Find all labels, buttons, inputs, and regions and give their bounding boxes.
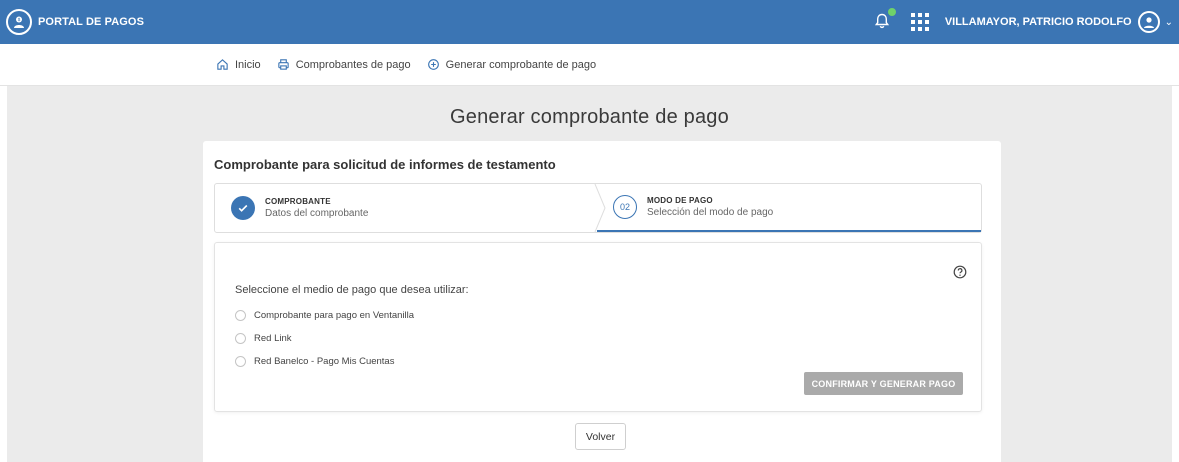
- breadcrumb-label: Inicio: [235, 58, 261, 71]
- apps-grid-icon[interactable]: [910, 13, 929, 31]
- payment-options: Comprobante para pago en Ventanilla Red …: [235, 304, 414, 373]
- radio-button[interactable]: [235, 356, 246, 367]
- option-label: Red Banelco - Pago Mis Cuentas: [254, 356, 395, 367]
- payment-option-ventanilla[interactable]: Comprobante para pago en Ventanilla: [235, 304, 414, 327]
- brand[interactable]: $ PORTAL DE PAGOS: [6, 9, 144, 35]
- help-icon[interactable]: [953, 265, 967, 279]
- option-label: Red Link: [254, 333, 292, 344]
- home-icon: [217, 59, 228, 70]
- form-card: Comprobante para solicitud de informes d…: [203, 141, 1001, 462]
- step-title: MODO DE PAGO: [647, 196, 713, 205]
- payment-option-red-link[interactable]: Red Link: [235, 327, 414, 350]
- user-name[interactable]: VILLAMAYOR, PATRICIO RODOLFO: [945, 16, 1132, 28]
- radio-button[interactable]: [235, 310, 246, 321]
- back-button[interactable]: Volver: [575, 423, 626, 450]
- payment-question: Seleccione el medio de pago que desea ut…: [235, 284, 469, 296]
- stepper: COMPROBANTE Datos del comprobante 02 MOD…: [214, 183, 982, 233]
- breadcrumb-generar[interactable]: Generar comprobante de pago: [427, 58, 596, 71]
- main-content: Generar comprobante de pago Comprobante …: [7, 86, 1172, 462]
- step-subtitle: Datos del comprobante: [265, 208, 369, 219]
- step-title: COMPROBANTE: [265, 197, 331, 206]
- option-label: Comprobante para pago en Ventanilla: [254, 310, 415, 321]
- step-comprobante[interactable]: COMPROBANTE Datos del comprobante: [215, 184, 597, 232]
- radio-button[interactable]: [235, 333, 246, 344]
- user-avatar-icon[interactable]: [1137, 11, 1160, 33]
- payment-option-banelco[interactable]: Red Banelco - Pago Mis Cuentas: [235, 350, 414, 373]
- breadcrumb-label: Generar comprobante de pago: [445, 58, 597, 71]
- breadcrumb-comprobantes[interactable]: Comprobantes de pago: [277, 58, 411, 71]
- step-modo-de-pago[interactable]: 02 MODO DE PAGO Selección del modo de pa…: [597, 184, 981, 232]
- confirm-generate-payment-button[interactable]: CONFIRMAR Y GENERAR PAGO: [804, 372, 963, 395]
- notification-dot: [887, 8, 896, 16]
- step-completed-check-icon: [231, 196, 255, 220]
- card-title: Comprobante para solicitud de informes d…: [214, 157, 556, 172]
- portal-logo-icon: $: [6, 9, 32, 35]
- brand-name: PORTAL DE PAGOS: [38, 16, 145, 28]
- page-title: Generar comprobante de pago: [450, 106, 729, 128]
- step-subtitle: Selección del modo de pago: [647, 207, 774, 218]
- plus-circle-icon: [427, 59, 439, 70]
- notifications-bell-icon[interactable]: [873, 8, 896, 32]
- payment-method-panel: Seleccione el medio de pago que desea ut…: [214, 242, 982, 412]
- breadcrumb-inicio[interactable]: Inicio: [216, 58, 261, 71]
- breadcrumb: Inicio Comprobantes de pago Generar comp…: [0, 44, 1179, 86]
- breadcrumb-label: Comprobantes de pago: [295, 58, 411, 71]
- top-navbar: $ PORTAL DE PAGOS VILLAMAYOR, PATRICIO R…: [0, 0, 1179, 44]
- navbar-actions: VILLAMAYOR, PATRICIO RODOLFO ⌄: [873, 8, 1173, 34]
- print-icon: [277, 59, 289, 70]
- chevron-down-icon[interactable]: ⌄: [1165, 17, 1173, 28]
- step-number: 02: [613, 195, 637, 219]
